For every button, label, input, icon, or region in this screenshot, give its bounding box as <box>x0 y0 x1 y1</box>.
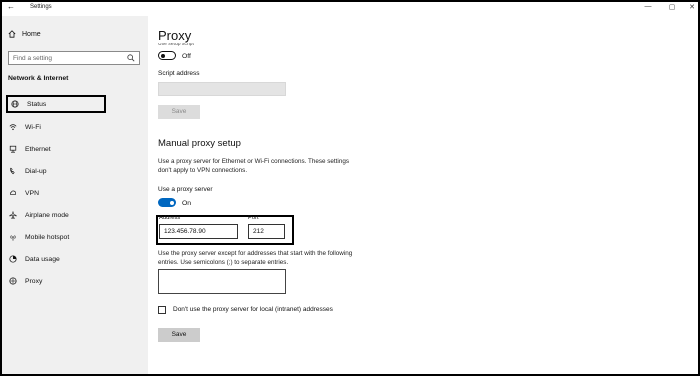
main-content: Proxy Use setup script Off Script addres… <box>148 16 698 374</box>
sidebar-item-vpn[interactable]: VPN <box>6 184 106 202</box>
search-placeholder: Find a setting <box>13 55 53 62</box>
address-port-group: Address 123.456.78.90 Port 212 <box>156 215 294 245</box>
script-address-input[interactable] <box>158 82 286 96</box>
sidebar-item-label: Mobile hotspot <box>25 233 70 241</box>
setup-script-toggle[interactable] <box>158 51 176 60</box>
home-nav[interactable]: Home <box>8 30 41 38</box>
script-address-label: Script address <box>158 70 200 77</box>
sidebar-item-label: Airplane mode <box>25 211 69 219</box>
exceptions-textarea[interactable] <box>158 269 286 294</box>
page-title: Proxy <box>158 28 192 43</box>
use-proxy-label: Use a proxy server <box>158 186 213 193</box>
data-usage-icon <box>9 255 17 263</box>
sidebar-item-label: Ethernet <box>25 145 51 153</box>
home-label: Home <box>22 30 41 38</box>
address-label: Address <box>159 215 181 221</box>
port-input[interactable]: 212 <box>248 224 285 239</box>
search-icon <box>127 54 135 62</box>
minimize-button[interactable]: — <box>642 3 654 10</box>
sidebar-item-label: Dial-up <box>25 167 47 175</box>
vpn-icon <box>10 190 16 195</box>
sidebar-item-airplane-mode[interactable]: Airplane mode <box>6 206 106 224</box>
sidebar-item-proxy[interactable]: Proxy <box>6 272 106 290</box>
sidebar-item-label: Status <box>27 100 47 108</box>
address-input[interactable]: 123.456.78.90 <box>159 224 238 239</box>
manual-description-line1: Use a proxy server for Ethernet or Wi-Fi… <box>158 158 349 165</box>
proxy-icon <box>9 277 17 285</box>
sidebar-item-label: VPN <box>25 189 39 197</box>
wifi-icon <box>9 124 17 131</box>
dialup-icon <box>10 167 15 175</box>
settings-window: ← Settings — ▢ ✕ Home Find a setting Net… <box>0 0 700 376</box>
maximize-button[interactable]: ▢ <box>666 3 678 11</box>
title-bar: ← Settings — ▢ ✕ <box>2 2 698 16</box>
port-label: Port <box>248 215 259 221</box>
exceptions-description-line1: Use the proxy server except for addresse… <box>158 250 353 257</box>
ethernet-icon <box>9 145 17 153</box>
airplane-icon <box>9 211 17 219</box>
home-icon <box>8 30 16 38</box>
use-proxy-toggle[interactable] <box>158 198 176 207</box>
setup-script-toggle-state: Off <box>182 53 191 60</box>
manual-proxy-heading: Manual proxy setup <box>158 138 241 149</box>
sidebar-item-label: Wi-Fi <box>25 123 41 131</box>
section-title: Network & Internet <box>8 75 69 82</box>
auto-setup-clipped-label: Use setup script <box>158 43 194 47</box>
window-title: Settings <box>30 4 52 10</box>
script-save-button[interactable]: Save <box>158 105 200 119</box>
sidebar-item-label: Proxy <box>25 277 43 285</box>
sidebar-item-ethernet[interactable]: Ethernet <box>6 140 106 158</box>
close-button[interactable]: ✕ <box>686 3 698 11</box>
globe-icon <box>11 100 19 108</box>
sidebar: Home Find a setting Network & Internet S… <box>2 16 148 374</box>
local-addresses-label: Don't use the proxy server for local (in… <box>173 306 333 313</box>
back-arrow-icon[interactable]: ← <box>7 2 15 11</box>
use-proxy-toggle-state: On <box>182 200 192 207</box>
sidebar-item-label: Data usage <box>25 255 60 263</box>
exceptions-description-line2: entries. Use semicolons (;) to separate … <box>158 259 289 266</box>
hotspot-icon <box>10 235 16 241</box>
search-input[interactable]: Find a setting <box>8 51 140 65</box>
sidebar-item-wifi[interactable]: Wi-Fi <box>6 118 106 136</box>
local-addresses-checkbox[interactable] <box>158 306 166 314</box>
sidebar-item-mobile-hotspot[interactable]: Mobile hotspot <box>6 228 106 246</box>
sidebar-item-dialup[interactable]: Dial-up <box>6 162 106 180</box>
manual-description-line2: don't apply to VPN connections. <box>158 167 248 174</box>
save-button[interactable]: Save <box>158 328 200 342</box>
sidebar-item-status[interactable]: Status <box>6 95 106 113</box>
sidebar-item-data-usage[interactable]: Data usage <box>6 250 106 268</box>
